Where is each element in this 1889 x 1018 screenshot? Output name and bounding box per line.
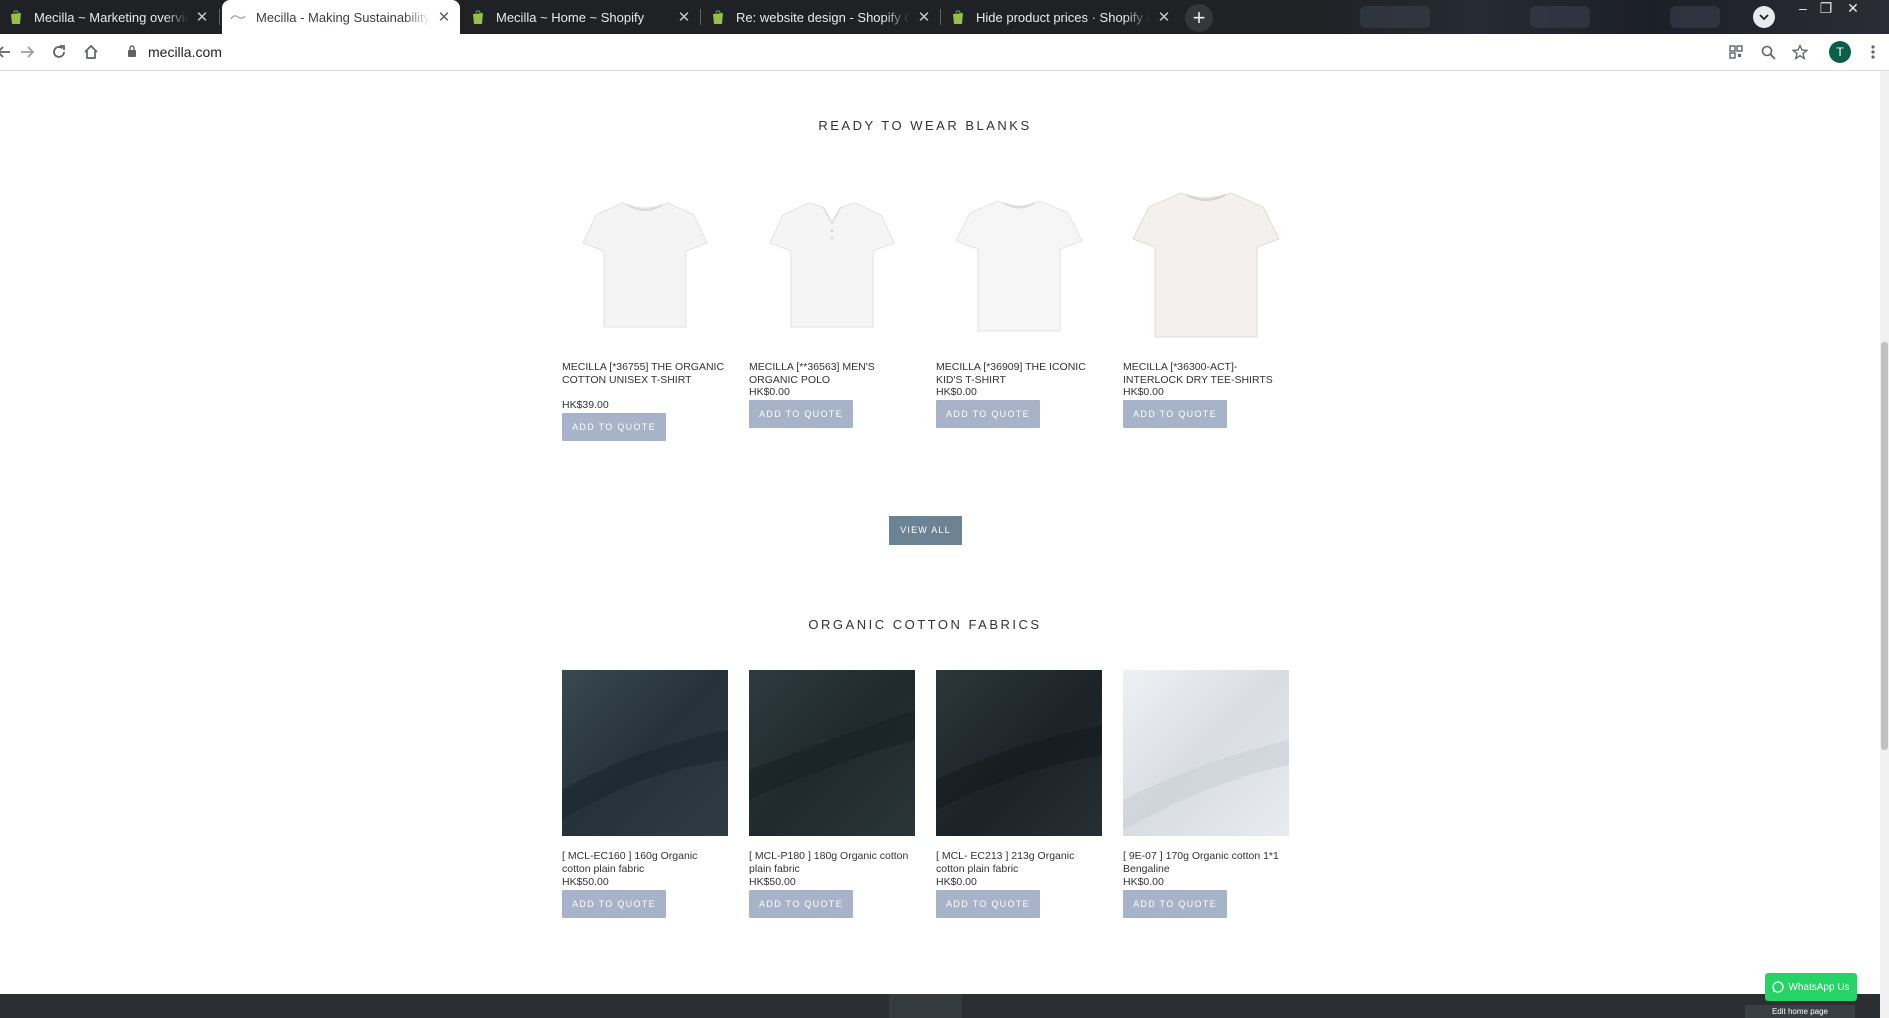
section-title-ready-to-wear: READY TO WEAR BLANKS: [818, 118, 1032, 133]
shopify-icon: [470, 9, 486, 25]
product-card: [ MCL-EC160 ] 160g Organic cotton plain …: [562, 670, 728, 970]
window-close-icon[interactable]: ✕: [1845, 0, 1861, 20]
shopify-icon: [950, 9, 966, 25]
tab-search-icon[interactable]: [1753, 6, 1775, 28]
tab-title: Mecilla ~ Home ~ Shopify: [496, 9, 645, 25]
tab-title: Mecilla ~ Marketing overview ~ Shopify: [34, 9, 188, 25]
add-to-quote-button[interactable]: ADD TO QUOTE: [1123, 890, 1227, 918]
product-name[interactable]: MECILLA [*36755] THE ORGANIC COTTON UNIS…: [562, 361, 728, 386]
product-image[interactable]: [749, 181, 915, 347]
product-name[interactable]: [ 9E-07 ] 170g Organic cotton 1*1 Bengal…: [1123, 850, 1289, 875]
add-to-quote-button[interactable]: ADD TO QUOTE: [749, 400, 853, 428]
browser-tab-strip: Mecilla ~ Marketing overview ~ Shopify ✕…: [0, 0, 1889, 34]
close-icon[interactable]: ✕: [1156, 9, 1172, 26]
profile-avatar[interactable]: T: [1829, 41, 1851, 63]
whatsapp-button[interactable]: WhatsApp Us: [1765, 973, 1857, 1001]
lock-icon[interactable]: [127, 44, 137, 62]
zoom-icon[interactable]: [1759, 43, 1777, 61]
shopify-icon: [8, 9, 24, 25]
product-image[interactable]: [749, 670, 915, 836]
qr-code-icon[interactable]: [1727, 43, 1745, 61]
more-menu-icon[interactable]: [1864, 43, 1882, 61]
back-icon[interactable]: [0, 40, 16, 64]
product-card: MECILLA [*36300-ACT]-INTERLOCK DRY TEE-S…: [1123, 181, 1289, 501]
product-image[interactable]: [1123, 181, 1289, 347]
tab-separator: [700, 9, 701, 25]
product-image[interactable]: [936, 670, 1102, 836]
browser-tab[interactable]: Mecilla ~ Home ~ Shopify ✕: [462, 0, 700, 34]
product-name[interactable]: [ MCL- EC213 ] 213g Organic cotton plain…: [936, 850, 1102, 875]
home-icon[interactable]: [79, 40, 103, 64]
add-to-quote-button[interactable]: ADD TO QUOTE: [749, 890, 853, 918]
forward-icon[interactable]: [15, 40, 39, 64]
tab-separator: [219, 9, 220, 25]
product-card: [ MCL-P180 ] 180g Organic cotton plain f…: [749, 670, 915, 970]
product-image[interactable]: [562, 181, 728, 347]
product-card: MECILLA [**36563] MEN'S ORGANIC POLO HK$…: [749, 181, 915, 501]
browser-tab[interactable]: Mecilla ~ Marketing overview ~ Shopify ✕: [0, 0, 218, 34]
product-image[interactable]: [936, 181, 1102, 347]
tab-title: Re: website design - Shopify Community: [736, 9, 910, 25]
minimize-icon[interactable]: –: [1795, 0, 1811, 20]
view-all-button[interactable]: VIEW ALL: [889, 516, 962, 545]
product-price: HK$50.00: [749, 876, 796, 888]
browser-tab[interactable]: Hide product prices · Shopify Help Cente…: [942, 0, 1180, 34]
tab-title: Mecilla - Making Sustainability: [256, 9, 430, 25]
product-price: HK$0.00: [1123, 386, 1164, 398]
browser-tab-active[interactable]: Mecilla - Making Sustainability ✕: [222, 0, 460, 34]
product-card: MECILLA [*36909] THE ICONIC KID'S T-SHIR…: [936, 181, 1102, 501]
scrollbar-thumb[interactable]: [1881, 342, 1888, 750]
mecilla-icon: [230, 9, 246, 25]
site-footer: [0, 994, 1880, 1018]
add-to-quote-button[interactable]: ADD TO QUOTE: [936, 890, 1040, 918]
add-to-quote-button[interactable]: ADD TO QUOTE: [562, 413, 666, 441]
restore-icon[interactable]: ❐: [1818, 0, 1834, 20]
url-text[interactable]: mecilla.com: [148, 44, 222, 60]
whatsapp-icon: [1772, 981, 1785, 993]
add-to-quote-button[interactable]: ADD TO QUOTE: [936, 400, 1040, 428]
product-price: HK$0.00: [1123, 876, 1164, 888]
product-card: MECILLA [*36755] THE ORGANIC COTTON UNIS…: [562, 181, 728, 511]
close-icon[interactable]: ✕: [676, 9, 692, 26]
browser-toolbar: mecilla.com T: [0, 34, 1889, 71]
close-icon[interactable]: ✕: [916, 9, 932, 26]
product-price: HK$39.00: [562, 399, 609, 411]
add-to-quote-button[interactable]: ADD TO QUOTE: [1123, 400, 1227, 428]
product-price: HK$0.00: [936, 386, 977, 398]
product-price: HK$0.00: [936, 876, 977, 888]
product-image[interactable]: [1123, 670, 1289, 836]
footer-tab[interactable]: [889, 994, 962, 1018]
product-name[interactable]: MECILLA [*36300-ACT]-INTERLOCK DRY TEE-S…: [1123, 361, 1289, 386]
product-name[interactable]: [ MCL-P180 ] 180g Organic cotton plain f…: [749, 850, 915, 875]
product-name[interactable]: [ MCL-EC160 ] 160g Organic cotton plain …: [562, 850, 728, 875]
page-viewport: READY TO WEAR BLANKS MECILLA [*36755] TH…: [0, 71, 1880, 1018]
product-image[interactable]: [562, 670, 728, 836]
browser-tab[interactable]: Re: website design - Shopify Community ✕: [702, 0, 940, 34]
new-tab-button[interactable]: +: [1185, 4, 1213, 32]
close-icon[interactable]: ✕: [436, 9, 452, 26]
add-to-quote-button[interactable]: ADD TO QUOTE: [562, 890, 666, 918]
edit-home-page-button[interactable]: Edit home page: [1745, 1005, 1855, 1018]
shopify-icon: [710, 9, 726, 25]
product-name[interactable]: MECILLA [**36563] MEN'S ORGANIC POLO: [749, 361, 915, 386]
product-price: HK$0.00: [749, 386, 790, 398]
product-card: [ 9E-07 ] 170g Organic cotton 1*1 Bengal…: [1123, 670, 1289, 970]
product-name[interactable]: MECILLA [*36909] THE ICONIC KID'S T-SHIR…: [936, 361, 1102, 386]
address-bar[interactable]: [118, 38, 1738, 66]
product-price: HK$50.00: [562, 876, 609, 888]
product-card: [ MCL- EC213 ] 213g Organic cotton plain…: [936, 670, 1102, 970]
tab-separator: [940, 9, 941, 25]
tab-title: Hide product prices · Shopify Help Cente…: [976, 9, 1150, 25]
close-icon[interactable]: ✕: [194, 9, 210, 26]
bookmark-star-icon[interactable]: [1791, 43, 1809, 61]
whatsapp-label: WhatsApp Us: [1788, 981, 1850, 993]
reload-icon[interactable]: [47, 40, 71, 64]
section-title-organic-fabrics: ORGANIC COTTON FABRICS: [808, 617, 1042, 632]
